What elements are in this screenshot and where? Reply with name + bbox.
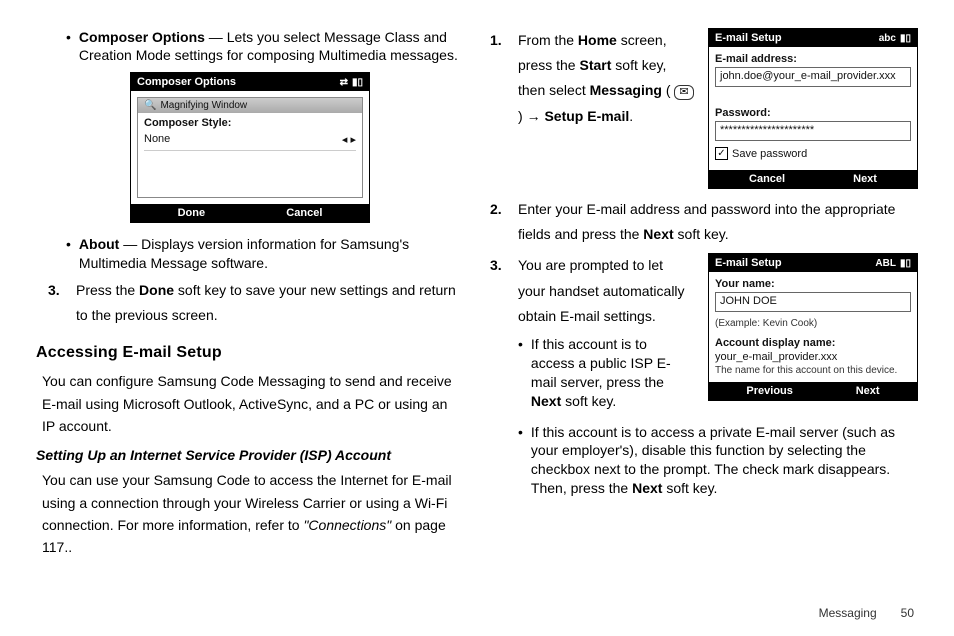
name-example: (Example: Kevin Cook) xyxy=(715,318,911,329)
signal-icon: ⇄ xyxy=(340,77,348,88)
shot-softbar: Previous Next xyxy=(709,382,917,400)
next-softkey[interactable]: Next xyxy=(856,385,880,397)
shot-title: Composer Options xyxy=(137,76,236,88)
cancel-softkey[interactable]: Cancel xyxy=(286,207,322,219)
next-softkey[interactable]: Next xyxy=(853,173,877,185)
cancel-softkey[interactable]: Cancel xyxy=(749,173,785,185)
composer-options-screenshot: Composer Options ⇄ ▮▯ 🔍 Magnifying Windo… xyxy=(130,72,370,223)
previous-softkey[interactable]: Previous xyxy=(746,385,792,397)
bullet-text: If this account is to access a private E… xyxy=(531,423,918,499)
email-setup-screenshot-2: E-mail Setup ABL ▮▯ Your name: JOHN DOE … xyxy=(708,253,918,401)
step-text: From the Home screen, press the Start so… xyxy=(518,28,694,129)
bars-icon: ▮▯ xyxy=(900,258,911,269)
composer-options-label: Composer Options xyxy=(79,29,205,45)
shot-status-icons: ⇄ ▮▯ xyxy=(340,77,363,88)
shot-titlebar: E-mail Setup abc ▮▯ xyxy=(709,29,917,47)
step3-wrap: 3. You are prompted to let your handset … xyxy=(490,253,918,416)
step-text: You are prompted to let your handset aut… xyxy=(518,253,694,329)
sub-bullet-public-isp: • If this account is to access a public … xyxy=(490,335,694,411)
mail-icon: ✉ xyxy=(674,85,693,100)
password-label: Password: xyxy=(715,107,911,119)
messaging-label: Messaging xyxy=(590,82,662,98)
step-text: Press the Done soft key to save your new… xyxy=(76,278,464,328)
bullet-text: If this account is to access a public IS… xyxy=(531,335,694,411)
composer-style-value: None xyxy=(144,133,170,146)
shot-softbar: Done Cancel xyxy=(131,204,369,222)
bullet-icon: • xyxy=(518,423,523,441)
heading-accessing-email-setup: Accessing E-mail Setup xyxy=(36,344,464,362)
page-footer: Messaging 50 xyxy=(819,606,914,620)
email-address-label: E-mail address: xyxy=(715,53,911,65)
bullet-text: About — Displays version information for… xyxy=(79,235,464,271)
bullet-icon: • xyxy=(66,28,71,46)
start-label: Start xyxy=(579,57,611,73)
bullet-composer-options: • Composer Options — Lets you select Mes… xyxy=(36,28,464,64)
next-label: Next xyxy=(643,226,673,242)
bullet-icon: • xyxy=(518,335,523,353)
input-mode-icon: abc xyxy=(879,33,896,44)
magnify-icon: 🔍 xyxy=(144,100,156,111)
step-1: 1. From the Home screen, press the Start… xyxy=(490,28,694,129)
shot-titlebar: Composer Options ⇄ ▮▯ xyxy=(131,73,369,91)
email-setup-screenshot-1: E-mail Setup abc ▮▯ E-mail address: john… xyxy=(708,28,918,189)
your-name-label: Your name: xyxy=(715,278,911,290)
bullet-icon: • xyxy=(66,235,71,253)
step-text: Enter your E-mail address and password i… xyxy=(518,197,918,247)
save-password-checkbox[interactable]: ✓ Save password xyxy=(715,147,911,160)
right-column: 1. From the Home screen, press the Start… xyxy=(490,28,918,616)
composer-style-label: Composer Style: xyxy=(144,117,356,129)
email-address-input[interactable]: john.doe@your_e-mail_provider.xxx xyxy=(715,67,911,87)
magnifying-window: 🔍 Magnifying Window Composer Style: None… xyxy=(137,97,363,198)
done-softkey[interactable]: Done xyxy=(178,207,206,219)
done-label: Done xyxy=(139,282,174,298)
input-mode-icon: ABL xyxy=(875,258,896,269)
shot-status-icons: ABL ▮▯ xyxy=(875,258,911,269)
window-body: Composer Style: None ◂ ▸ xyxy=(138,113,362,197)
next-label: Next xyxy=(531,393,561,409)
home-label: Home xyxy=(578,32,617,48)
next-label: Next xyxy=(632,480,662,496)
bars-icon: ▮▯ xyxy=(900,33,911,44)
your-name-input[interactable]: JOHN DOE xyxy=(715,292,911,312)
save-password-label: Save password xyxy=(732,148,807,160)
footer-section: Messaging xyxy=(819,606,877,620)
about-label: About xyxy=(79,236,119,252)
setup-email-label: Setup E-mail xyxy=(541,108,630,124)
email-setup-intro: You can configure Samsung Code Messaging… xyxy=(36,370,464,437)
composer-style-row: None ◂ ▸ xyxy=(144,129,356,151)
display-name-label: Account display name: xyxy=(715,337,911,349)
footer-page-number: 50 xyxy=(901,606,914,620)
arrow-icon: → xyxy=(527,108,541,124)
checkbox-icon: ✓ xyxy=(715,147,728,160)
spinner-icon: ◂ ▸ xyxy=(342,133,356,146)
bars-icon: ▮▯ xyxy=(352,77,363,88)
window-title-text: Magnifying Window xyxy=(160,100,247,111)
about-text: — Displays version information for Samsu… xyxy=(79,236,409,270)
isp-paragraph: You can use your Samsung Code to access … xyxy=(36,469,464,559)
subheading-isp-account: Setting Up an Internet Service Provider … xyxy=(36,447,464,463)
left-column: • Composer Options — Lets you select Mes… xyxy=(36,28,464,616)
step-3: 3. You are prompted to let your handset … xyxy=(490,253,694,329)
shot-titlebar: E-mail Setup ABL ▮▯ xyxy=(709,254,917,272)
shot-status-icons: abc ▮▯ xyxy=(879,33,911,44)
step-number: 3. xyxy=(48,278,76,303)
password-input[interactable]: ********************** xyxy=(715,121,911,141)
step-number: 1. xyxy=(490,28,518,53)
step-number: 2. xyxy=(490,197,518,222)
connections-ref: "Connections" xyxy=(303,517,391,533)
display-name-value: your_e-mail_provider.xxx xyxy=(715,349,911,365)
shot-softbar: Cancel Next xyxy=(709,170,917,188)
shot-title: E-mail Setup xyxy=(715,257,782,269)
bullet-about: • About — Displays version information f… xyxy=(36,235,464,271)
step-3-done: 3. Press the Done soft key to save your … xyxy=(36,278,464,328)
sub-bullet-private-server: • If this account is to access a private… xyxy=(490,423,918,499)
step-2: 2. Enter your E-mail address and passwor… xyxy=(490,197,918,247)
shot-title: E-mail Setup xyxy=(715,32,782,44)
step1-wrap: 1. From the Home screen, press the Start… xyxy=(490,28,918,189)
display-name-hint: The name for this account on this device… xyxy=(715,365,911,376)
step-number: 3. xyxy=(490,253,518,278)
window-title: 🔍 Magnifying Window xyxy=(138,98,362,113)
bullet-text: Composer Options — Lets you select Messa… xyxy=(79,28,464,64)
